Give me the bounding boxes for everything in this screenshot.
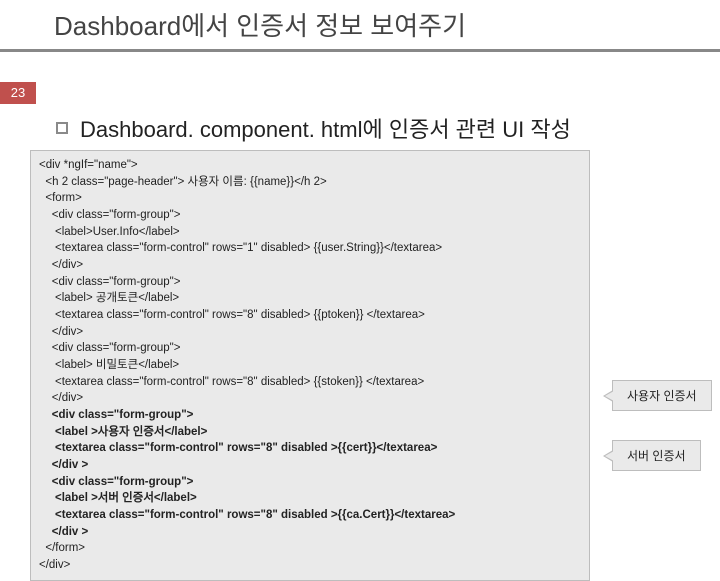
code-line: </div>: [39, 326, 83, 338]
code-line: </div >: [39, 459, 88, 471]
code-line: </div >: [39, 526, 88, 538]
code-line: <label >서버 인증서</label>: [39, 492, 197, 504]
bullet-icon: [56, 122, 68, 134]
callout-server-cert: 서버 인증서: [612, 440, 701, 471]
code-line: </div>: [39, 559, 70, 571]
code-line: </form>: [39, 542, 85, 554]
slide-title: Dashboard에서 인증서 정보 보여주기: [0, 0, 720, 52]
code-line: </div>: [39, 392, 83, 404]
code-block: <div *ngIf="name"> <h 2 class="page-head…: [30, 150, 590, 581]
code-line: <form>: [39, 192, 82, 204]
code-line: <label> 비밀토큰</label>: [39, 359, 179, 371]
code-line: <textarea class="form-control" rows="8" …: [39, 509, 455, 521]
code-line: <div class="form-group">: [39, 476, 193, 488]
code-line: </div>: [39, 259, 83, 271]
bullet-row: Dashboard. component. html에 인증서 관련 UI 작성: [56, 112, 571, 144]
code-line: <textarea class="form-control" rows="8" …: [39, 442, 437, 454]
code-line: <label >사용자 인증서</label>: [39, 426, 207, 438]
callout-user-cert: 사용자 인증서: [612, 380, 712, 411]
code-line: <div class="form-group">: [39, 209, 180, 221]
slide-number-badge: 23: [0, 82, 36, 104]
code-line: <div class="form-group">: [39, 409, 193, 421]
code-line: <textarea class="form-control" rows="8" …: [39, 376, 424, 388]
code-line: <textarea class="form-control" rows="8" …: [39, 309, 425, 321]
code-line: <label> 공개토큰</label>: [39, 292, 179, 304]
code-line: <div class="form-group">: [39, 342, 180, 354]
code-line: <textarea class="form-control" rows="1" …: [39, 242, 442, 254]
slide: Dashboard에서 인증서 정보 보여주기 23 Dashboard. co…: [0, 0, 720, 540]
code-line: <h 2 class="page-header"> 사용자 이름: {{name…: [39, 176, 327, 188]
code-line: <div class="form-group">: [39, 276, 180, 288]
code-line: <div *ngIf="name">: [39, 159, 138, 171]
code-line: <label>User.Info</label>: [39, 226, 180, 238]
bullet-text: Dashboard. component. html에 인증서 관련 UI 작성: [80, 112, 571, 144]
